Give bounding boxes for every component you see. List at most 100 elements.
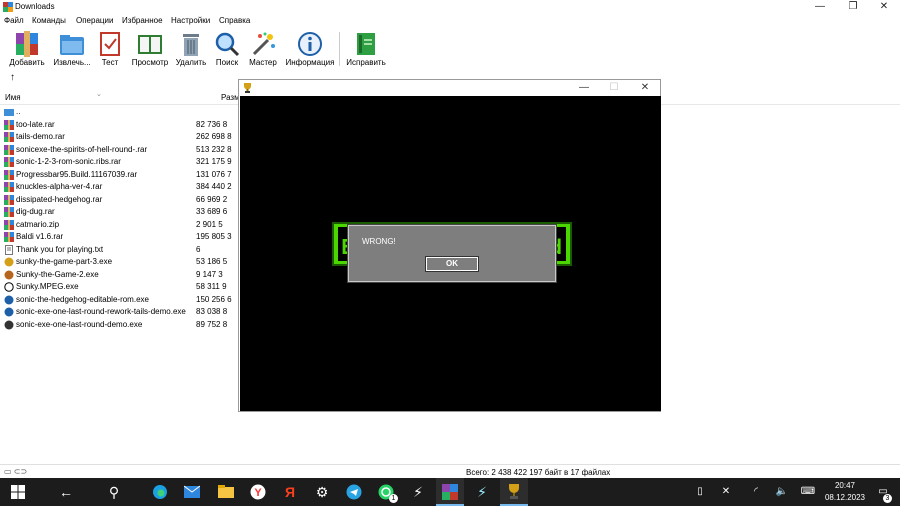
rar-icon [4, 157, 14, 167]
dialog-message: WRONG! [362, 237, 396, 246]
trophy-game-icon[interactable] [500, 478, 528, 506]
file-row[interactable]: knuckles-alpha-ver-4.rar 384 440 2 [0, 181, 240, 194]
mail-icon[interactable] [178, 478, 206, 506]
yandex-icon[interactable]: Я [276, 478, 304, 506]
test-label: Тест [101, 58, 119, 67]
whatsapp-icon[interactable]: 1 [372, 478, 400, 506]
file-name: sonic-the-hedgehog-editable-rom.exe [16, 294, 149, 304]
rar-icon [4, 194, 14, 205]
game-title-bar[interactable]: — ☐ ✕ [239, 80, 660, 96]
file-row[interactable]: Progressbar95.Build.11167039.rar 131 076 … [0, 169, 240, 182]
edge-icon[interactable] [146, 478, 174, 506]
volume-icon[interactable]: 🔈 [772, 478, 792, 506]
file-row[interactable]: sonic-the-hedgehog-editable-rom.exe 150 2… [0, 294, 240, 307]
close-button[interactable]: ✕ [868, 0, 900, 14]
sonic-dark-icon [4, 320, 14, 330]
file-row[interactable]: Thank you for playing.txt 6 [0, 244, 240, 257]
find-label: Поиск [215, 58, 239, 67]
wifi-icon[interactable]: ◜ [746, 478, 766, 506]
file-row[interactable]: too-late.rar 82 736 8 [0, 119, 240, 132]
file-row[interactable]: Sunky-the-Game-2.exe 9 147 3 [0, 269, 240, 282]
column-size-header[interactable]: Размер [221, 93, 239, 102]
file-row[interactable]: catmario.zip 2 901 5 [0, 219, 240, 232]
restore-button[interactable]: ❐ [837, 0, 869, 14]
lightning-app-icon[interactable]: ⚡ [404, 478, 432, 506]
menu-bar: Файл Команды Операции Избранное Настройк… [0, 14, 900, 28]
delete-button[interactable]: Удалить [174, 28, 208, 70]
file-row[interactable]: Sunky.MPEG.exe 58 311 9 [0, 281, 240, 294]
circle-exe-icon [4, 282, 14, 292]
file-size: 83 038 8 [196, 307, 228, 316]
bluetooth-off-icon[interactable]: ✕ [716, 478, 736, 506]
file-row[interactable]: dig-dug.rar 33 689 6 [0, 206, 240, 219]
test-button[interactable]: Тест [96, 28, 124, 70]
up-folder-arrow-icon[interactable]: ↑ [10, 72, 15, 83]
file-name: knuckles-alpha-ver-4.rar [16, 182, 103, 191]
winrar-icon[interactable] [436, 478, 464, 506]
game-close-button[interactable]: ✕ [630, 81, 660, 95]
file-size: 89 752 8 [196, 319, 228, 329]
lightning-app-2-icon[interactable]: ⚡ [468, 478, 496, 506]
title-bar[interactable]: Downloads — ❐ ✕ [0, 0, 900, 14]
file-name: Baldi v1.6.rar [16, 232, 64, 241]
menu-operations[interactable]: Операции [76, 16, 113, 25]
game-window[interactable]: — ☐ ✕ E d WRONG! OK [238, 79, 661, 412]
file-row[interactable]: .. [0, 106, 240, 119]
find-button[interactable]: Поиск [212, 28, 242, 70]
view-book-icon [137, 31, 163, 57]
zip-icon [4, 219, 14, 230]
menu-help[interactable]: Справка [219, 16, 250, 25]
file-name: catmario.zip [16, 219, 60, 229]
notification-badge: 3 [883, 494, 892, 503]
minimize-button[interactable]: — [804, 0, 836, 14]
telegram-icon[interactable] [340, 478, 368, 506]
file-row[interactable]: sonic-1-2-3-rom-sonic.ribs.rar 321 175 9 [0, 156, 240, 169]
file-name: .. [16, 107, 21, 116]
drive-link-icon[interactable]: ▭ ⊂⊃ [4, 467, 27, 476]
view-button[interactable]: Просмотр [128, 28, 172, 70]
menu-commands[interactable]: Команды [32, 16, 66, 25]
file-row[interactable]: tails-demo.rar 262 698 8 [0, 131, 240, 144]
file-size: 150 256 6 [196, 294, 232, 304]
file-row[interactable]: sonic-exe-one-last-round-rework-tails-de… [0, 306, 240, 319]
rar-icon [4, 119, 14, 130]
phone-link-icon[interactable]: ▯ [690, 478, 710, 506]
file-explorer-icon[interactable] [212, 478, 240, 506]
wizard-button[interactable]: Мастер [246, 28, 280, 70]
rar-icon [4, 169, 14, 180]
info-button[interactable]: Информация [284, 28, 336, 70]
column-name-header[interactable]: Имя [5, 93, 21, 102]
file-row[interactable]: dissipated-hedgehog.rar 66 969 2 [0, 194, 240, 207]
magnifier-icon [214, 31, 240, 57]
windows-start-icon[interactable] [4, 478, 32, 506]
file-name: sunky-the-game-part-3.exe [16, 257, 113, 266]
extract-button[interactable]: Извлечь... [50, 28, 94, 70]
file-row[interactable]: Baldi v1.6.rar 195 805 3 [0, 231, 240, 244]
repair-button[interactable]: Исправить [344, 28, 388, 70]
add-button[interactable]: Добавить [6, 28, 48, 70]
menu-favorites[interactable]: Избранное [122, 16, 163, 25]
menu-help-label: Справка [219, 16, 251, 25]
file-row[interactable]: sunky-the-game-part-3.exe 53 186 5 [0, 256, 240, 269]
settings-gear-icon[interactable]: ⚙ [308, 478, 336, 506]
file-size: 82 736 8 [196, 119, 228, 129]
menu-operations-label: Операции [76, 16, 114, 25]
menu-settings[interactable]: Настройки [171, 16, 210, 25]
file-row[interactable]: sonicexe-the-spirits-of-hell-round-.rar 5… [0, 144, 240, 157]
menu-file-label: Файл [4, 16, 24, 25]
clock-date[interactable]: 08.12.2023 [823, 493, 867, 502]
notification-center-icon[interactable]: ▭ 3 [872, 478, 894, 506]
keyboard-icon[interactable]: ⌨ [798, 478, 818, 506]
yandex-browser-icon[interactable]: Y [244, 478, 272, 506]
folder-up-icon [4, 107, 14, 117]
ok-button[interactable]: OK [425, 256, 479, 272]
file-row[interactable]: sonic-exe-one-last-round-demo.exe 89 752 … [0, 319, 240, 332]
game-canvas[interactable]: E d WRONG! OK [240, 96, 661, 411]
game-maximize-button[interactable]: ☐ [599, 81, 629, 95]
clock-time[interactable]: 20:47 [829, 481, 861, 490]
file-name: sonicexe-the-spirits-of-hell-round-.rar [16, 144, 148, 154]
back-arrow-icon[interactable]: ← [52, 478, 80, 506]
search-icon[interactable]: ⚲ [100, 478, 128, 506]
game-minimize-button[interactable]: — [569, 81, 599, 95]
menu-file[interactable]: Файл [4, 16, 24, 25]
